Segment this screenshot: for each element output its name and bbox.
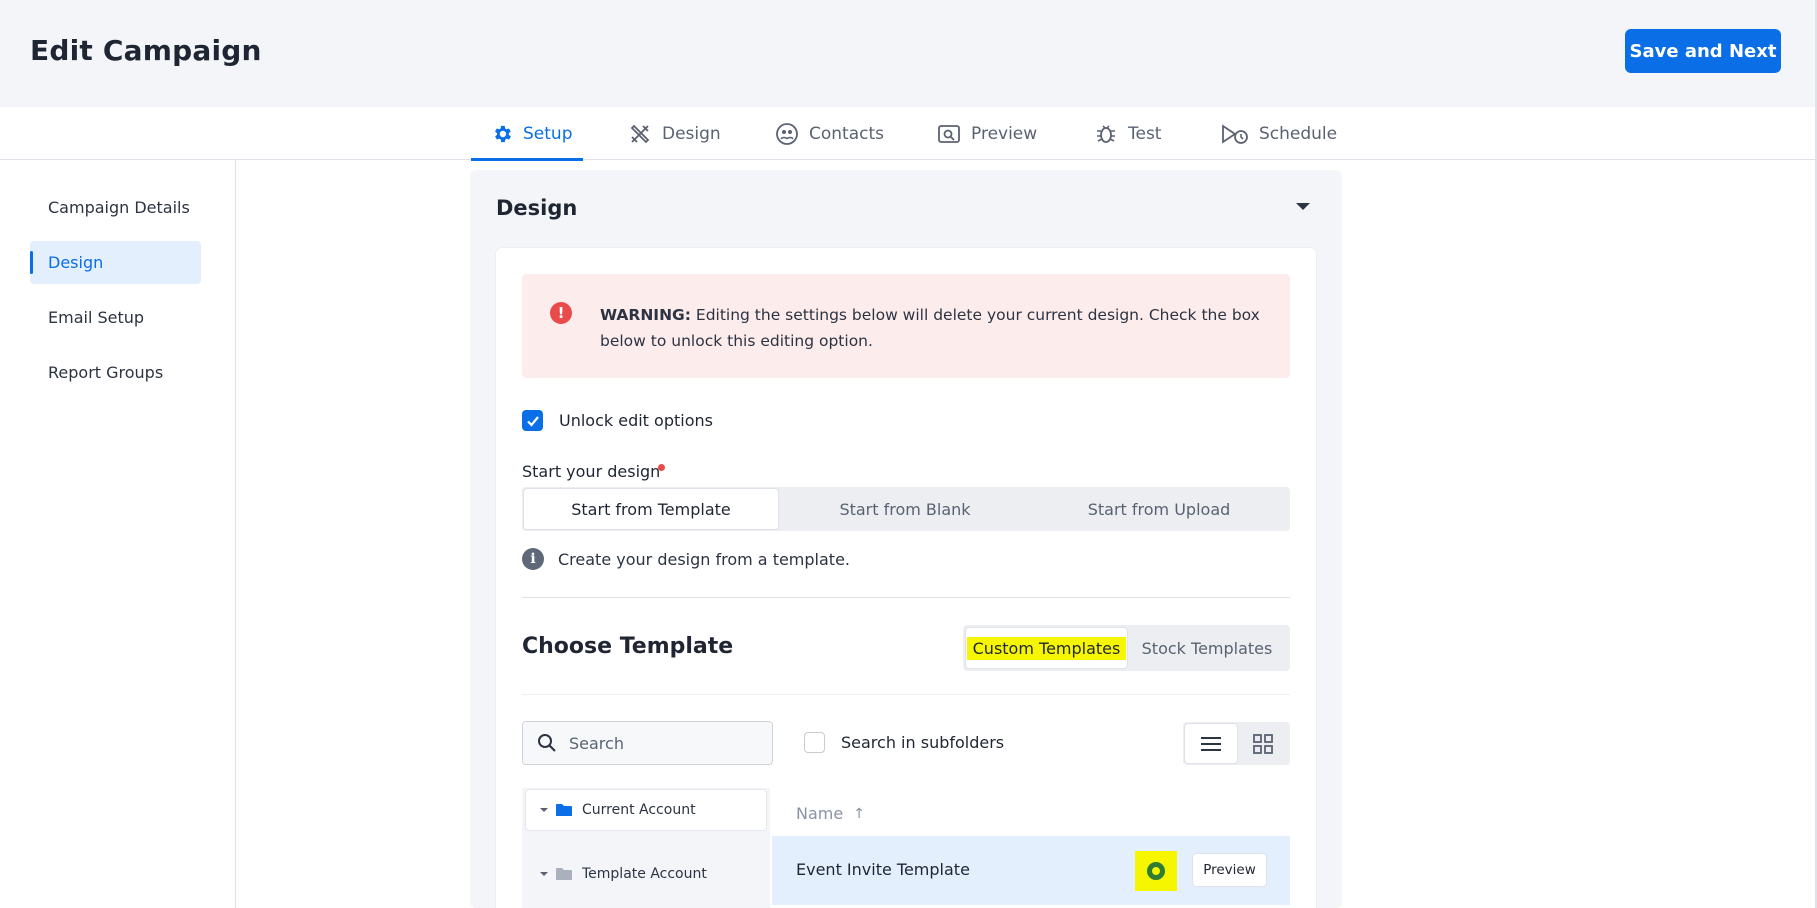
- folder-icon: [556, 804, 572, 816]
- alert-icon: !: [550, 302, 572, 324]
- info-row: i Create your design from a template.: [522, 548, 850, 570]
- start-design-label: Start your design: [522, 462, 661, 481]
- radio-ring-icon: [1147, 862, 1165, 880]
- sort-ascending-icon: ↑: [853, 805, 865, 822]
- template-search: [522, 721, 773, 765]
- expand-caret-icon: [540, 872, 548, 876]
- info-text: Create your design from a template.: [558, 549, 850, 569]
- folder-current-account[interactable]: Current Account: [526, 790, 766, 830]
- check-icon: [526, 415, 539, 427]
- choose-template-title: Choose Template: [522, 634, 734, 659]
- start-from-blank-button[interactable]: Start from Blank: [778, 489, 1032, 529]
- tab-label: Design: [662, 123, 721, 144]
- warning-label: WARNING:: [600, 306, 691, 324]
- preview-icon: [938, 124, 960, 143]
- tab-contacts[interactable]: Contacts: [775, 107, 884, 160]
- save-and-next-button[interactable]: Save and Next: [1625, 29, 1781, 73]
- unlock-row: Unlock edit options: [522, 410, 713, 431]
- collapse-caret-icon[interactable]: [1296, 203, 1310, 210]
- subfolders-row: Search in subfolders: [804, 732, 1004, 753]
- start-option-selector: Start from Template Start from Blank Sta…: [522, 487, 1290, 531]
- tab-label: Contacts: [809, 123, 884, 144]
- schedule-icon: [1222, 123, 1248, 144]
- tab-test[interactable]: Test: [1094, 107, 1161, 160]
- sidebar-item-email-setup[interactable]: Email Setup: [30, 296, 201, 339]
- grid-icon: [1253, 733, 1273, 754]
- unlock-checkbox[interactable]: [522, 410, 543, 431]
- folder-label: Current Account: [582, 802, 696, 818]
- design-tools-icon: [630, 124, 650, 143]
- warning-message: Editing the settings below will delete y…: [600, 306, 1260, 350]
- select-template-radio[interactable]: [1135, 851, 1177, 891]
- sidebar-item-campaign-details[interactable]: Campaign Details: [30, 186, 201, 229]
- warning-banner: ! WARNING: Editing the settings below wi…: [522, 274, 1290, 378]
- table-row[interactable]: Event Invite Template Preview: [772, 836, 1290, 905]
- search-subfolders-checkbox[interactable]: [804, 732, 825, 753]
- tab-preview[interactable]: Preview: [937, 107, 1037, 160]
- design-section: Design ! WARNING: Editing the settings b…: [470, 170, 1342, 908]
- warning-text: WARNING: Editing the settings below will…: [600, 302, 1270, 354]
- stock-templates-button[interactable]: Stock Templates: [1127, 628, 1287, 668]
- template-type-toggle: Custom Templates Stock Templates: [963, 625, 1290, 671]
- gear-icon: [495, 125, 511, 142]
- sidebar-item-design[interactable]: Design: [30, 241, 201, 284]
- tab-design[interactable]: Design: [628, 107, 721, 160]
- unlock-label: Unlock edit options: [559, 411, 713, 430]
- search-icon: [538, 734, 556, 752]
- folder-template-account[interactable]: Template Account: [526, 854, 766, 894]
- tab-label: Preview: [971, 123, 1038, 144]
- tab-label: Schedule: [1259, 123, 1338, 144]
- custom-templates-button[interactable]: Custom Templates: [966, 628, 1127, 668]
- divider: [522, 694, 1290, 695]
- grid-view-button[interactable]: [1237, 724, 1289, 763]
- page-title: Edit Campaign: [30, 34, 262, 67]
- start-from-upload-button[interactable]: Start from Upload: [1032, 489, 1286, 529]
- step-tabs: Setup Design Contacts Preview Test Sched…: [0, 107, 1817, 161]
- view-mode-toggle: [1183, 722, 1290, 765]
- tab-label: Test: [1128, 123, 1162, 144]
- folder-label: Template Account: [582, 866, 707, 882]
- tab-setup[interactable]: Setup: [471, 107, 583, 161]
- tab-label: Setup: [523, 123, 573, 144]
- name-column-header[interactable]: Name ↑: [796, 804, 865, 823]
- search-subfolders-label: Search in subfolders: [841, 733, 1005, 752]
- folder-tree: Current Account Template Account: [522, 788, 770, 908]
- contacts-icon: [776, 122, 798, 145]
- page-header: Edit Campaign Save and Next: [0, 0, 1817, 107]
- list-icon: [1201, 736, 1221, 751]
- left-sidebar: Campaign Details Design Email Setup Repo…: [0, 160, 236, 908]
- expand-caret-icon: [540, 808, 548, 812]
- template-name: Event Invite Template: [796, 860, 970, 879]
- tab-schedule[interactable]: Schedule: [1221, 107, 1337, 160]
- required-indicator: [658, 464, 665, 471]
- divider: [522, 597, 1290, 598]
- design-card: ! WARNING: Editing the settings below wi…: [496, 248, 1316, 908]
- folder-icon: [556, 868, 572, 880]
- column-label: Name: [796, 804, 844, 823]
- start-from-template-button[interactable]: Start from Template: [524, 489, 778, 529]
- list-view-button[interactable]: [1185, 724, 1237, 763]
- bug-icon: [1097, 124, 1115, 143]
- sidebar-item-report-groups[interactable]: Report Groups: [30, 351, 201, 394]
- search-input[interactable]: [569, 733, 759, 753]
- custom-templates-label: Custom Templates: [966, 636, 1127, 660]
- section-title: Design: [496, 196, 578, 220]
- info-icon: i: [522, 548, 544, 570]
- preview-template-button[interactable]: Preview: [1192, 853, 1267, 887]
